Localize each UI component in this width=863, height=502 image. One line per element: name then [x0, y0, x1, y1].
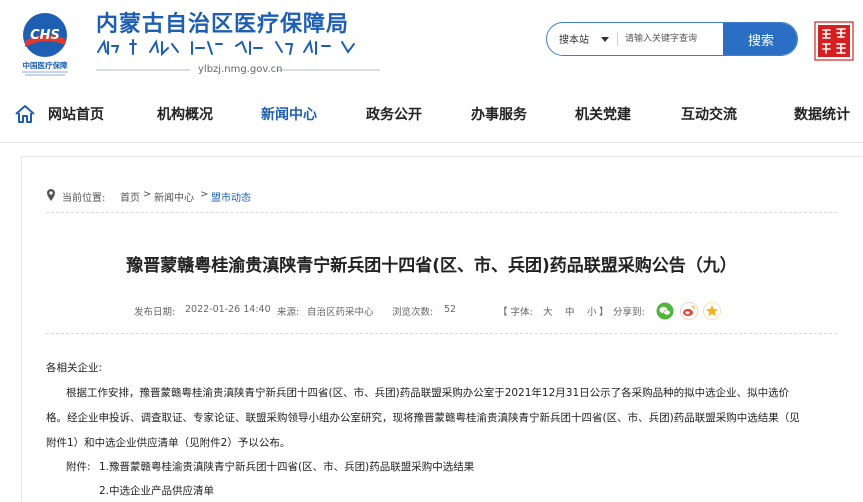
- attachment-link-2[interactable]: 2.中选企业产品供应清单: [99, 483, 214, 498]
- home-icon[interactable]: [14, 104, 36, 124]
- breadcrumb-home-link[interactable]: 首页: [120, 193, 140, 204]
- nav-item-news[interactable]: 新闻中心: [261, 104, 317, 124]
- font-small-button[interactable]: 小: [587, 304, 597, 318]
- source: 自治区药采中心: [307, 307, 374, 318]
- breadcrumb-separator: >: [200, 189, 209, 200]
- search-input[interactable]: [625, 32, 721, 46]
- wechat-icon[interactable]: [656, 302, 674, 320]
- breadcrumb-prefix: 当前位置:: [62, 193, 106, 204]
- site-url[interactable]: ylbzj.nmg.gov.cn: [198, 64, 282, 75]
- nav-item-home[interactable]: 网站首页: [48, 104, 104, 124]
- nav-item-government-affairs[interactable]: 政务公开: [366, 104, 422, 124]
- caret-down-icon[interactable]: [600, 32, 610, 46]
- font-size-close: 】: [599, 307, 609, 318]
- nav-item-overview[interactable]: 机构概况: [157, 104, 213, 124]
- publish-date-label: 发布日期:: [134, 307, 176, 318]
- nav-item-interaction[interactable]: 互动交流: [681, 104, 737, 124]
- publish-date: 2022-01-26 14:40: [185, 304, 271, 315]
- breadcrumb: 当前位置: 首页 > 新闻中心 > 盟市动态: [46, 189, 266, 204]
- paragraph-line: 根据工作安排，豫晋蒙赣粤桂渝贵滇陕青宁新兵团十四省(区、市、兵团)药品联盟采购办…: [66, 387, 790, 399]
- paragraph-line: 附件1）和中选企业供应清单（见附件2）予以公布。: [46, 437, 291, 449]
- search-box: 搜本站 搜索: [546, 22, 798, 56]
- main-nav: 网站首页 机构概况 新闻中心 政务公开 办事服务 机关党建 互动交流 数据统计: [0, 94, 863, 134]
- nav-item-party[interactable]: 机关党建: [575, 104, 631, 124]
- meta-divider: [46, 333, 837, 334]
- qzone-icon[interactable]: [703, 302, 721, 320]
- attachment-label: 附件:: [66, 461, 91, 473]
- font-size-label: 【 字体:: [498, 307, 533, 318]
- logo-text: CHS: [30, 28, 60, 43]
- search-scope-select[interactable]: 搜本站: [559, 31, 589, 46]
- seal-logo: [814, 21, 854, 61]
- weibo-icon[interactable]: [680, 302, 698, 320]
- font-medium-button[interactable]: 中: [565, 304, 575, 318]
- site-title[interactable]: 内蒙古自治区医疗保障局: [96, 6, 349, 38]
- view-count: 52: [444, 304, 457, 315]
- breadcrumb-divider: [46, 212, 837, 213]
- share-label: 分享到:: [613, 307, 645, 318]
- nav-item-statistics[interactable]: 数据统计: [794, 104, 850, 124]
- site-header: CHS 中国医疗保障 内蒙古自治区医疗保障局 ylbzj.nmg.gov.cn …: [0, 0, 863, 86]
- article-title: 豫晋蒙赣粤桂渝贵滇陕青宁新兵团十四省(区、市、兵团)药品联盟采购公告（九）: [126, 256, 737, 276]
- breadcrumb-current-link[interactable]: 盟市动态: [211, 193, 251, 204]
- breadcrumb-news-link[interactable]: 新闻中心: [154, 193, 194, 204]
- mongolian-script-title: [97, 39, 355, 57]
- nav-item-services[interactable]: 办事服务: [471, 104, 527, 124]
- article-container: [21, 156, 863, 502]
- breadcrumb-separator: >: [143, 189, 152, 200]
- attachment-link-1[interactable]: 1.豫晋蒙赣粤桂渝贵滇陕青宁新兵团十四省(区、市、兵团)药品联盟采购中选结果: [99, 459, 474, 474]
- nav-divider: [0, 142, 863, 143]
- search-button[interactable]: 搜索: [723, 23, 797, 55]
- source-label: 来源:: [277, 307, 300, 318]
- views-label: 浏览次数:: [392, 307, 434, 318]
- font-large-button[interactable]: 大: [543, 304, 553, 318]
- paragraph-line: 格。经企业申投诉、调查取证、专家论证、联盟采购领导小组办公室研究，现将豫晋蒙赣粤…: [46, 412, 800, 424]
- search-divider: [617, 32, 618, 46]
- greeting: 各相关企业:: [46, 362, 103, 374]
